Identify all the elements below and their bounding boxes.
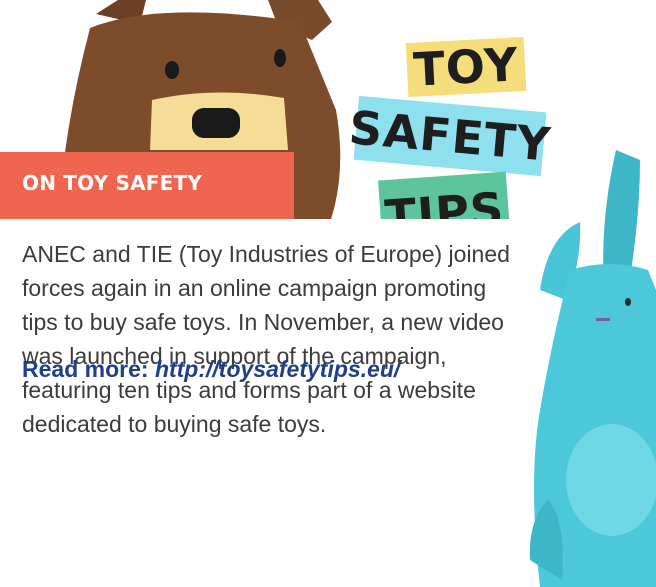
read-more-line: Read more: http://toysafetytips.eu/ [22, 356, 656, 383]
read-more-label: Read more: [22, 356, 155, 382]
article-body: ANEC and TIE (Toy Industries of Europe) … [22, 241, 510, 437]
read-more-link[interactable]: http://toysafetytips.eu/ [155, 356, 400, 382]
section-banner: ON TOY SAFETY [0, 152, 294, 219]
article-panel: ANEC and TIE (Toy Industries of Europe) … [0, 219, 527, 587]
section-title: ON TOY SAFETY [22, 171, 203, 195]
toy-safety-page: TOY SAFETY TIPS ON TOY SAFETY ANEC and T… [0, 0, 656, 587]
